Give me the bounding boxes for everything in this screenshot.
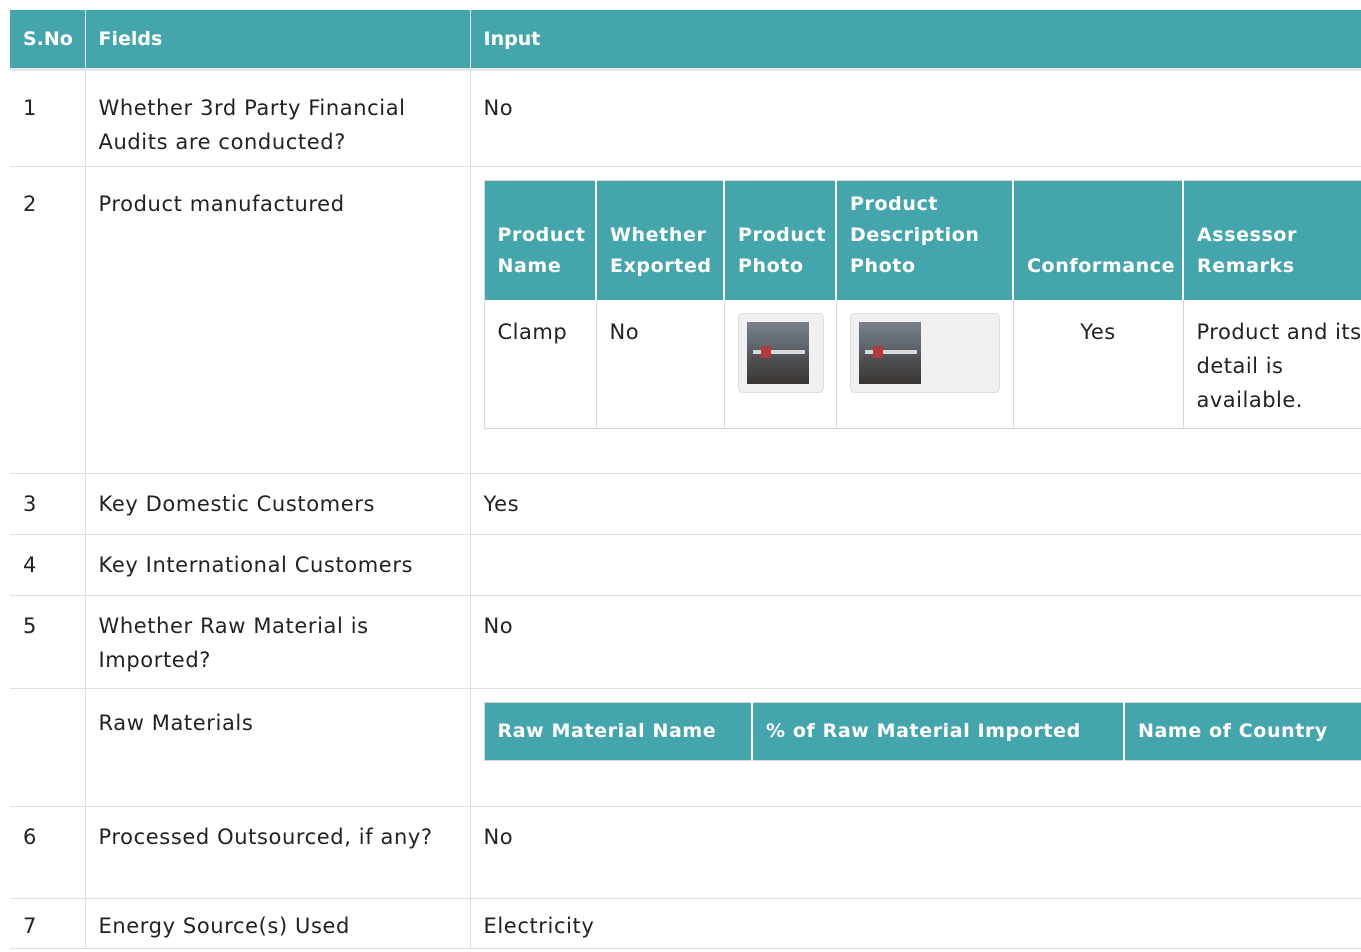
- header-row: S.No Fields Input: [10, 10, 1361, 71]
- product-exported: No: [596, 299, 725, 429]
- product-name: Clamp: [484, 299, 597, 429]
- product-remarks: Product and its detail is available.: [1183, 299, 1361, 429]
- product-photo[interactable]: [737, 312, 824, 393]
- row-sno: 3: [10, 473, 86, 535]
- table-row: 1 Whether 3rd Party Financial Audits are…: [10, 69, 1361, 167]
- row-field: Key International Customers: [85, 534, 471, 596]
- products-table: Product Name Whether Exported Product Ph…: [483, 180, 1361, 429]
- row-input: No: [470, 595, 1361, 689]
- products-header-photo: Product Photo: [724, 180, 837, 300]
- table-row: 5 Whether Raw Material is Imported? No: [10, 595, 1361, 689]
- row-field: Processed Outsourced, if any?: [85, 806, 471, 899]
- raw-materials-header-country: Name of Country: [1124, 702, 1361, 761]
- assessment-table: S.No Fields Input 1 Whether 3rd Party Fi…: [10, 10, 1361, 949]
- row-sno: [10, 688, 86, 807]
- products-header-exported: Whether Exported: [596, 180, 725, 300]
- row-input: Product Name Whether Exported Product Ph…: [470, 166, 1361, 474]
- row-sno: 5: [10, 595, 86, 689]
- row-input: No: [470, 806, 1361, 899]
- row-field: Energy Source(s) Used: [85, 898, 471, 949]
- products-row: Clamp No Yes Product and its detail is a…: [484, 299, 1361, 429]
- products-header-remarks: Assessor Remarks: [1183, 180, 1361, 300]
- row-field: Whether 3rd Party Financial Audits are c…: [85, 69, 471, 167]
- product-photo-cell: [724, 299, 837, 429]
- raw-materials-header-percent: % of Raw Material Imported: [752, 702, 1125, 761]
- row-sno: 6: [10, 806, 86, 899]
- row-input: Yes: [470, 473, 1361, 535]
- raw-materials-table: Raw Material Name % of Raw Material Impo…: [483, 702, 1361, 761]
- raw-materials-header-row: Raw Material Name % of Raw Material Impo…: [484, 702, 1361, 761]
- products-header-row: Product Name Whether Exported Product Ph…: [484, 180, 1361, 300]
- row-field: Raw Materials: [85, 688, 471, 807]
- product-description-photo-cell: [836, 299, 1014, 429]
- product-description-photo[interactable]: [849, 312, 1000, 393]
- products-header-name: Product Name: [484, 180, 597, 300]
- table-row: 4 Key International Customers: [10, 534, 1361, 596]
- raw-materials-header-name: Raw Material Name: [484, 702, 753, 761]
- row-sno: 1: [10, 69, 86, 167]
- row-sno: 2: [10, 166, 86, 474]
- product-photo-image: [746, 321, 809, 384]
- products-header-conformance: Conformance: [1013, 180, 1184, 300]
- row-input: Raw Material Name % of Raw Material Impo…: [470, 688, 1361, 807]
- header-sno: S.No: [10, 10, 86, 71]
- table-row: 6 Processed Outsourced, if any? No: [10, 806, 1361, 899]
- product-conformance: Yes: [1013, 299, 1184, 429]
- row-field: Whether Raw Material is Imported?: [85, 595, 471, 689]
- table-row: Raw Materials Raw Material Name % of Raw…: [10, 688, 1361, 807]
- table-row: 2 Product manufactured Product Name Whet…: [10, 166, 1361, 474]
- row-input: Electricity: [470, 898, 1361, 949]
- table-row: 3 Key Domestic Customers Yes: [10, 473, 1361, 535]
- header-input: Input: [470, 10, 1361, 71]
- row-sno: 4: [10, 534, 86, 596]
- row-sno: 7: [10, 898, 86, 949]
- row-field: Key Domestic Customers: [85, 473, 471, 535]
- header-fields: Fields: [85, 10, 471, 71]
- row-field: Product manufactured: [85, 166, 471, 474]
- row-input: [470, 534, 1361, 596]
- product-description-photo-image: [858, 321, 921, 384]
- row-input: No: [470, 69, 1361, 167]
- table-row: 7 Energy Source(s) Used Electricity: [10, 898, 1361, 949]
- products-header-description-photo: Product Description Photo: [836, 180, 1014, 300]
